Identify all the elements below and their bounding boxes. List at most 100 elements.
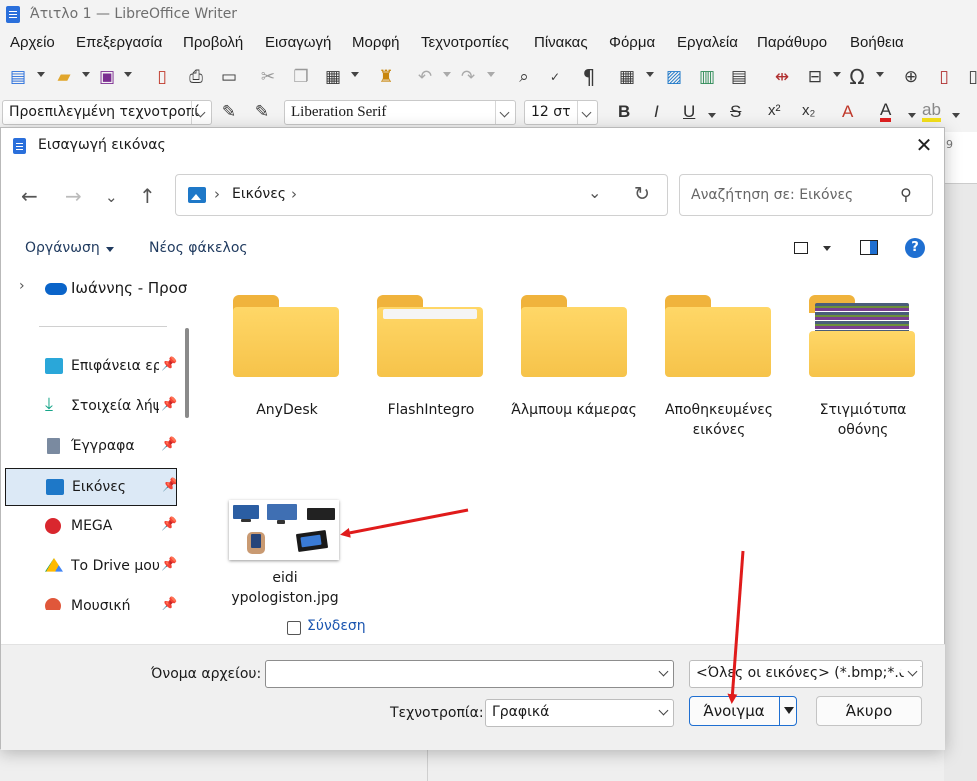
copy-icon[interactable]: ❐ <box>289 65 313 89</box>
find-replace-icon[interactable]: ⌕ <box>512 65 536 89</box>
menu-edit[interactable]: Επεξεργασία <box>76 34 162 51</box>
breadcrumb-chevron-icon[interactable]: › <box>214 185 220 203</box>
clear-formatting-icon[interactable]: A <box>842 102 853 122</box>
help-icon[interactable]: ? <box>905 238 925 258</box>
folder-icon[interactable] <box>377 295 483 379</box>
sidebar-item-mega[interactable]: MEGA 📌 <box>5 508 177 546</box>
paste-icon[interactable]: ▦ <box>321 65 345 89</box>
expand-chevron-icon[interactable]: › <box>19 278 25 294</box>
export-pdf-icon[interactable]: ▯ <box>150 65 174 89</box>
folder-label[interactable]: Στιγμιότυπα οθόνης <box>798 400 928 440</box>
special-char-dropdown-icon[interactable] <box>876 72 884 77</box>
style-select[interactable]: Γραφικά <box>485 699 674 727</box>
special-character-icon[interactable]: Ω <box>845 65 869 89</box>
open-dropdown-icon[interactable] <box>82 72 90 77</box>
sidebar-item-google-drive[interactable]: Το Drive μου 📌 <box>5 548 177 586</box>
sidebar-item-desktop[interactable]: Επιφάνεια εργ 📌 <box>5 348 177 386</box>
breadcrumb-pictures[interactable]: Εικόνες <box>232 186 286 202</box>
paragraph-style-select[interactable]: Προεπιλεγμένη τεχνοτροπί <box>2 100 212 125</box>
forward-arrow-icon[interactable]: → <box>65 184 82 208</box>
insert-textbox-icon[interactable]: ▤ <box>727 65 751 89</box>
open-options-dropdown-icon[interactable] <box>779 696 797 726</box>
subscript-icon[interactable]: x₂ <box>802 102 815 119</box>
save-dropdown-icon[interactable] <box>124 72 132 77</box>
breadcrumb-chevron-icon[interactable]: › <box>291 185 297 203</box>
refresh-icon[interactable]: ↻ <box>634 183 650 205</box>
up-arrow-icon[interactable]: ↑ <box>139 184 156 208</box>
link-checkbox-label[interactable]: Σύνδεση <box>307 618 366 634</box>
cancel-button[interactable]: Άκυρο <box>816 696 922 726</box>
table-dropdown-icon[interactable] <box>646 72 654 77</box>
folder-label[interactable]: AnyDesk <box>222 400 352 420</box>
menu-window[interactable]: Παράθυρο <box>757 34 827 51</box>
clone-formatting-icon[interactable]: ♜ <box>374 65 398 89</box>
pin-icon[interactable]: 📌 <box>161 437 177 452</box>
redo-dropdown-icon[interactable] <box>487 72 495 77</box>
chevron-down-icon[interactable] <box>658 666 669 677</box>
menu-styles[interactable]: Τεχνοτροπίες <box>421 34 509 51</box>
screenshots-folder-icon[interactable] <box>809 295 915 379</box>
menu-tools[interactable]: Εργαλεία <box>677 34 738 51</box>
sidebar-item-music[interactable]: Μουσική 📌 <box>5 588 177 610</box>
close-icon[interactable]: ✕ <box>913 134 935 156</box>
pin-icon[interactable]: 📌 <box>161 517 177 532</box>
search-input[interactable]: Αναζήτηση σε: Εικόνες ⚲ <box>679 174 933 216</box>
new-folder-button[interactable]: Νέος φάκελος <box>149 240 248 256</box>
sidebar-item-pictures[interactable]: Εικόνες 📌 <box>5 468 177 506</box>
underline-dropdown-icon[interactable] <box>708 113 716 118</box>
pin-icon[interactable]: 📌 <box>161 557 177 572</box>
undo-icon[interactable]: ↶ <box>413 65 437 89</box>
footnote-icon[interactable]: ▯ <box>932 65 956 89</box>
italic-icon[interactable]: I <box>654 102 659 122</box>
organize-dropdown-icon[interactable] <box>106 247 114 252</box>
link-checkbox[interactable] <box>287 621 301 635</box>
insert-chart-icon[interactable]: ▥ <box>695 65 719 89</box>
sidebar-item-documents[interactable]: Έγγραφα 📌 <box>5 428 177 466</box>
file-type-filter-select[interactable]: <Όλες οι εικόνες> (*.bmp;*.dxf; <box>689 660 923 688</box>
sidebar-scrollbar[interactable] <box>185 328 189 418</box>
menu-table[interactable]: Πίνακας <box>534 34 588 51</box>
superscript-icon[interactable]: x² <box>768 102 781 119</box>
address-dropdown-icon[interactable]: ⌄ <box>588 183 601 202</box>
formatting-marks-icon[interactable]: ¶ <box>577 65 601 89</box>
print-icon[interactable]: ⎙ <box>184 65 208 89</box>
recent-locations-chevron-icon[interactable]: ⌄ <box>105 188 118 206</box>
sidebar-item-onedrive[interactable]: Ιωάννης - Προσ <box>71 279 187 297</box>
filename-input[interactable] <box>265 660 674 688</box>
cut-icon[interactable]: ✂ <box>256 65 280 89</box>
sidebar-item-downloads[interactable]: ⤓ Στοιχεία λήψ 📌 <box>5 388 177 426</box>
update-style-icon[interactable]: ✎ <box>217 100 241 124</box>
new-document-icon[interactable]: ▤ <box>6 65 30 89</box>
spelling-icon[interactable]: ✓ <box>543 65 567 89</box>
organize-button[interactable]: Οργάνωση <box>25 240 100 256</box>
pin-icon[interactable]: 📌 <box>162 478 176 493</box>
insert-field-icon[interactable]: ⊟ <box>803 65 827 89</box>
menu-insert[interactable]: Εισαγωγή <box>265 34 331 51</box>
paste-dropdown-icon[interactable] <box>351 72 359 77</box>
strikethrough-icon[interactable]: S <box>730 102 741 122</box>
bold-icon[interactable]: B <box>618 102 630 122</box>
redo-icon[interactable]: ↷ <box>456 65 480 89</box>
menu-file[interactable]: Αρχείο <box>10 34 55 51</box>
font-name-select[interactable]: Liberation Serif <box>284 100 516 125</box>
menu-view[interactable]: Προβολή <box>183 34 243 51</box>
preview-pane-icon[interactable] <box>860 240 878 255</box>
save-icon[interactable]: ▣ <box>95 65 119 89</box>
folder-icon[interactable] <box>521 295 627 379</box>
page-break-icon[interactable]: ⇹ <box>770 65 794 89</box>
folder-label[interactable]: Άλμπουμ κάμερας <box>510 400 638 420</box>
print-preview-icon[interactable]: ▭ <box>217 65 241 89</box>
pin-icon[interactable]: 📌 <box>161 597 177 610</box>
menu-form[interactable]: Φόρμα <box>609 34 655 51</box>
file-label[interactable]: eidi ypologiston.jpg <box>224 568 346 608</box>
image-thumbnail[interactable] <box>229 500 339 560</box>
pin-icon[interactable]: 📌 <box>161 357 177 372</box>
folder-label[interactable]: FlashIntegro <box>366 400 496 420</box>
pin-icon[interactable]: 📌 <box>161 397 177 412</box>
menu-help[interactable]: Βοήθεια <box>850 34 904 51</box>
highlight-color-icon[interactable]: ab <box>922 101 941 122</box>
insert-image-icon[interactable]: ▨ <box>662 65 686 89</box>
view-dropdown-icon[interactable] <box>823 246 831 251</box>
undo-dropdown-icon[interactable] <box>443 72 451 77</box>
folder-label[interactable]: Αποθηκευμένες εικόνες <box>654 400 784 440</box>
